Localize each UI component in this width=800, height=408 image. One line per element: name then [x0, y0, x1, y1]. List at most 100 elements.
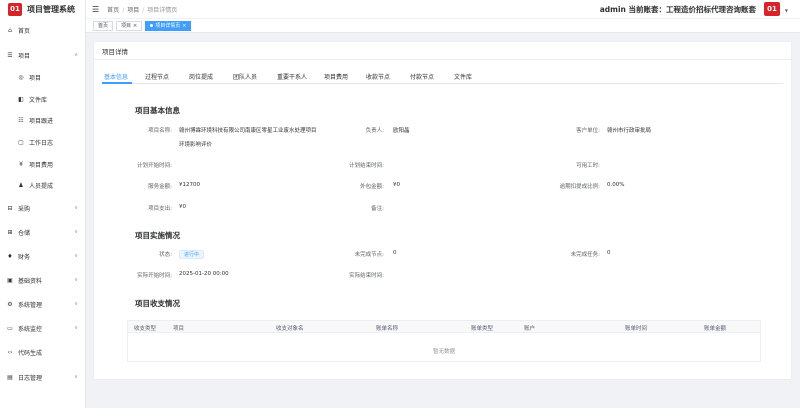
close-icon[interactable]: ×	[133, 23, 137, 29]
sidebar-item-5[interactable]: ▢ 工作日志	[0, 136, 86, 148]
value-owner: 欧阳晶	[393, 128, 410, 134]
tab-active-indicator	[102, 82, 132, 84]
label-unfinished-nodes: 未完成节点:	[354, 252, 384, 258]
code-gen-icon: ‹›	[7, 348, 13, 356]
value-overdue-ratio: 0.00%	[607, 182, 625, 188]
app-title: 项目管理系统	[27, 4, 75, 14]
sidebar-item-label: 项目	[29, 74, 42, 82]
avatar[interactable]: 01	[764, 2, 780, 16]
breadcrumb-current: 项目详情页	[147, 6, 178, 14]
top-navbar: ☰ 首页 / 项目 / 项目详情页 admin 当前账套：工程造价招标代理咨询账套 01…	[86, 0, 800, 18]
value-project-expense: ¥0	[179, 204, 186, 210]
sidebar: 01 项目管理系统 ⌂ 首页 ☰ 项目 ∧ ◎ 项目 ◧ 文件库 ☷ 项目跟进 ▢ 工作日志 ¥ 项目费用 ♟…	[0, 0, 86, 408]
finance-icon: ♦	[7, 252, 13, 260]
chevron-down-icon: ∨	[74, 301, 78, 307]
follow-up-icon: ☷	[18, 116, 24, 124]
table-header: 收支类型 项目 收支对象名 账单名称 账单类型 账户 账单时间 账单金额	[128, 321, 760, 333]
project-sub-icon: ◎	[18, 73, 24, 81]
col-bill-amount[interactable]: 账单金额	[704, 324, 726, 332]
finance-table: 收支类型 项目 收支对象名 账单名称 账单类型 账户 账单时间 账单金额 暂无数…	[127, 320, 761, 362]
sidebar-item-9[interactable]: ⊞ 仓储 ∨	[0, 226, 86, 238]
sidebar-item-label: 项目跟进	[29, 117, 54, 125]
col-bill-type[interactable]: 账单类型	[471, 324, 493, 332]
col-account[interactable]: 账户	[524, 324, 535, 332]
tab-payment-nodes[interactable]: 付款节点	[410, 72, 434, 81]
purchase-icon: ⊟	[7, 204, 13, 212]
tag-label: 项目详情页	[155, 23, 181, 29]
tab-file-library[interactable]: 文件库	[454, 72, 472, 81]
account-info: admin 当前账套：工程造价招标代理咨询账套	[599, 4, 756, 14]
tab-stakeholders[interactable]: 重要干系人	[277, 72, 307, 81]
tab-receipt-nodes[interactable]: 收款节点	[366, 72, 390, 81]
label-actual-end: 实际结束时间:	[349, 273, 384, 279]
sidebar-item-label: 仓储	[18, 229, 31, 237]
logo-row: 01 项目管理系统	[0, 0, 85, 18]
breadcrumb-project[interactable]: 项目	[127, 7, 139, 14]
logo-icon: 01	[8, 2, 22, 16]
project-cost-icon: ¥	[19, 160, 23, 168]
col-bill-name[interactable]: 账单名称	[376, 324, 398, 332]
sidebar-item-10[interactable]: ♦ 财务 ∨	[0, 250, 86, 262]
sidebar-item-13[interactable]: ▭ 系统监控 ∨	[0, 322, 86, 334]
label-plan-start: 计划开始时间:	[137, 163, 172, 169]
card-title: 项目详情	[94, 42, 791, 60]
value-unfinished-nodes: 0	[393, 250, 397, 256]
base-data-icon: ▣	[7, 276, 13, 284]
tab-position-commission[interactable]: 岗位提成	[189, 72, 213, 81]
tag-home[interactable]: 首页	[93, 20, 114, 31]
sidebar-item-label: 项目费用	[29, 161, 54, 169]
label-outsource-amount: 外包金额:	[360, 184, 384, 190]
sidebar-item-11[interactable]: ▣ 基础资料 ∨	[0, 274, 86, 286]
sidebar-item-label: 系统监控	[18, 325, 43, 333]
sidebar-item-label: 日志管理	[18, 374, 43, 382]
sidebar-item-15[interactable]: ▤ 日志管理 ∨	[0, 371, 86, 383]
sidebar-item-0[interactable]: ⌂ 首页	[0, 24, 86, 36]
sidebar-item-4[interactable]: ☷ 项目跟进	[0, 114, 86, 126]
sidebar-item-14[interactable]: ‹› 代码生成	[0, 346, 86, 358]
col-type[interactable]: 收支类型	[134, 324, 156, 332]
tab-process-nodes[interactable]: 过程节点	[145, 72, 169, 81]
section-impl-title: 项目实施情况	[135, 231, 180, 240]
sidebar-item-3[interactable]: ◧ 文件库	[0, 93, 86, 105]
label-plan-end: 计划结束时间:	[349, 163, 384, 169]
work-log-icon: ▢	[18, 138, 24, 146]
sidebar-item-7[interactable]: ♟ 人员提成	[0, 179, 86, 191]
tab-basic-info[interactable]: 基本信息	[104, 72, 128, 81]
breadcrumb-home[interactable]: 首页	[107, 7, 119, 14]
tag-project-detail[interactable]: 项目详情页 ×	[145, 20, 192, 31]
chevron-down-icon: ∨	[74, 374, 78, 380]
section-basic-title: 项目基本信息	[135, 106, 180, 115]
sidebar-item-1[interactable]: ☰ 项目 ∧	[0, 49, 86, 61]
sidebar-item-12[interactable]: ⚙ 系统管理 ∨	[0, 298, 86, 310]
tags-view: 首页 项目 × 项目详情页 ×	[86, 19, 800, 33]
sidebar-item-2[interactable]: ◎ 项目	[0, 71, 86, 83]
project-detail-card: 项目详情 基本信息 过程节点 岗位提成 团队人员 重要干系人 项目费用 收款节点…	[93, 41, 792, 380]
tab-project-costs[interactable]: 项目费用	[324, 72, 348, 81]
tab-team-members[interactable]: 团队人员	[233, 72, 257, 81]
chevron-down-icon: ∨	[74, 253, 78, 259]
caret-down-icon[interactable]: ▼	[785, 8, 788, 13]
label-project-name: 项目名称:	[148, 128, 172, 134]
status-badge: 进行中	[179, 250, 205, 259]
col-counterparty[interactable]: 收支对象名	[276, 324, 304, 332]
chevron-down-icon: ∨	[74, 229, 78, 235]
label-unfinished-tasks: 未完成任务:	[570, 252, 600, 258]
label-service-amount: 服务金额:	[148, 184, 172, 190]
value-client: 赣州市行政审批局	[607, 128, 652, 134]
col-project[interactable]: 项目	[173, 324, 184, 332]
tag-project[interactable]: 项目 ×	[116, 20, 143, 31]
chevron-down-icon: ∨	[74, 325, 78, 331]
sidebar-item-label: 基础资料	[18, 277, 43, 285]
close-icon[interactable]: ×	[182, 23, 186, 29]
breadcrumb: 首页 / 项目 / 项目详情页	[107, 6, 178, 14]
sidebar-item-6[interactable]: ¥ 项目费用	[0, 158, 86, 170]
sidebar-item-8[interactable]: ⊟ 采购 ∨	[0, 202, 86, 214]
detail-tabs: 基本信息 过程节点 岗位提成 团队人员 重要干系人 项目费用 收款节点 付款节点…	[102, 70, 783, 84]
col-bill-time[interactable]: 账单时间	[625, 324, 647, 332]
label-actual-start: 实际开始时间:	[137, 273, 172, 279]
hamburger-icon[interactable]: ☰	[92, 5, 99, 14]
system-monitor-icon: ▭	[7, 324, 13, 332]
value-actual-start: 2025-01-20 00:00	[179, 271, 229, 277]
commission-icon: ♟	[18, 181, 24, 189]
sidebar-item-label: 工作日志	[29, 139, 54, 147]
